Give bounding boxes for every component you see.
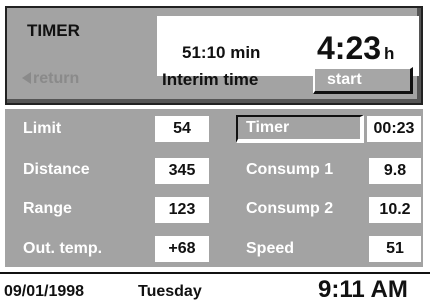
distance-label: Distance: [23, 161, 90, 178]
distance-value[interactable]: 345: [155, 158, 209, 184]
speed-label: Speed: [246, 240, 295, 257]
out-temp-value[interactable]: +68: [155, 236, 209, 262]
trip-computer-screen: TIMER 51:10 min 4:23 h return Interim tim…: [0, 0, 430, 306]
interim-time-value: 51:10 min: [182, 43, 261, 62]
clock-display: 9:11 AM: [318, 276, 408, 303]
consump-2-label: Consump 2: [246, 200, 334, 217]
date-display: 09/01/1998: [4, 283, 85, 300]
range-label: Range: [23, 200, 72, 217]
start-button[interactable]: start: [313, 67, 413, 94]
panel-title: TIMER: [27, 21, 80, 40]
limit-value[interactable]: 54: [155, 116, 209, 142]
timer-tab[interactable]: Timer: [236, 115, 364, 143]
weekday-display: Tuesday: [138, 283, 202, 300]
elapsed-time: 4:23 h: [317, 30, 394, 67]
back-arrow-icon: [22, 72, 31, 84]
interim-time-label: Interim time: [162, 70, 259, 89]
out-temp-label: Out. temp.: [23, 240, 103, 257]
timer-value[interactable]: 00:23: [367, 116, 421, 142]
timer-panel: TIMER 51:10 min 4:23 h return Interim tim…: [5, 6, 423, 105]
trip-data-panel: Limit 54 Distance 345 Range 123 Out. tem…: [5, 109, 423, 267]
status-bar: 09/01/1998 Tuesday 9:11 AM: [0, 272, 430, 308]
consump-2-value[interactable]: 10.2: [369, 197, 421, 223]
elapsed-time-unit: h: [384, 44, 395, 63]
return-label: return: [33, 70, 80, 87]
limit-label: Limit: [23, 120, 62, 137]
consump-1-label: Consump 1: [246, 161, 334, 178]
elapsed-time-value: 4:23: [317, 30, 382, 66]
range-value[interactable]: 123: [155, 197, 209, 223]
speed-value[interactable]: 51: [369, 236, 421, 262]
return-button[interactable]: return: [22, 70, 79, 88]
consump-1-value[interactable]: 9.8: [369, 158, 421, 184]
